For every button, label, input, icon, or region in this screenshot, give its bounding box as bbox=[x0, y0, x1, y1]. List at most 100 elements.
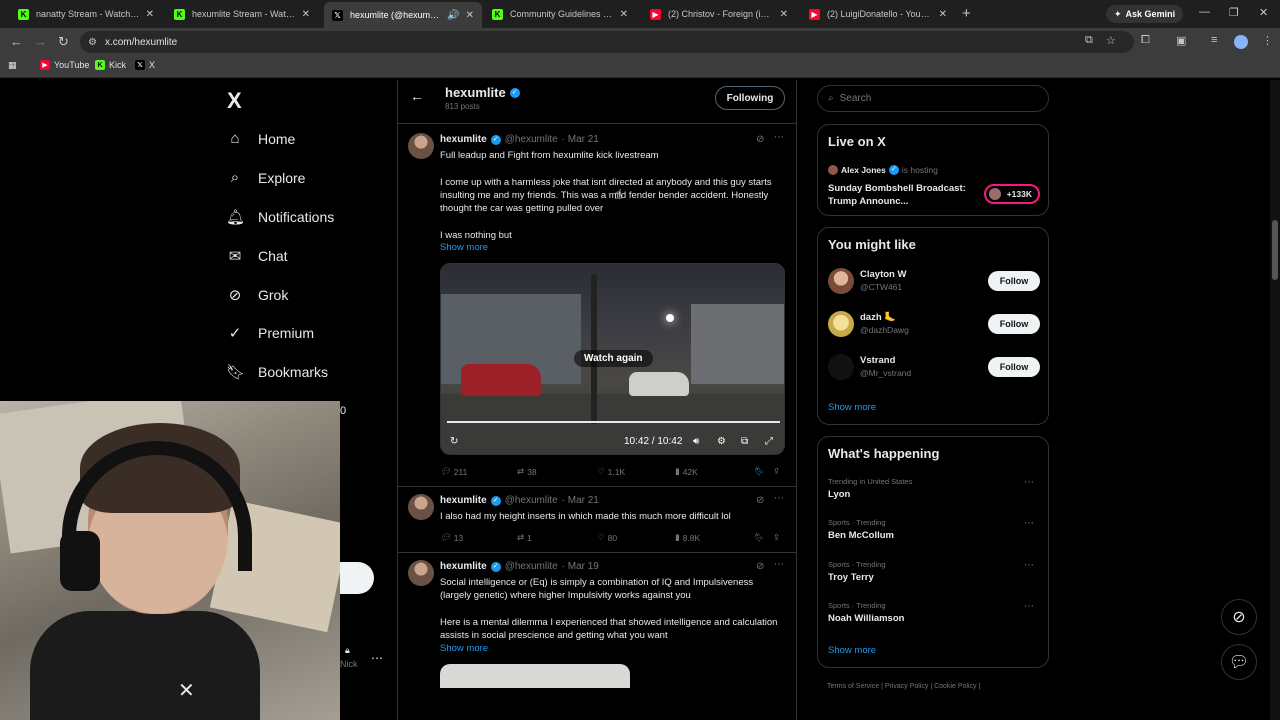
new-tab-icon[interactable]: + bbox=[962, 5, 971, 22]
show-more-link[interactable]: Show more bbox=[828, 645, 876, 656]
bookmark-kick[interactable]: K Kick bbox=[95, 60, 126, 70]
grok-fab-button[interactable]: ⊘ bbox=[1221, 599, 1257, 635]
browser-tab[interactable]: ▶ (2) Christov - Foreign (iamMAN ✕ bbox=[642, 3, 796, 25]
repost-button[interactable]: ⇄ 1 bbox=[517, 532, 532, 543]
more-icon[interactable]: ⋯ bbox=[774, 493, 784, 504]
video-player[interactable]: Watch again ↻ 10:42 / 10:42 🔊︎ ⚙ ⧉ ⤢ bbox=[440, 263, 785, 455]
trend-item[interactable]: Sports · Trending Noah Williamson ⋯ bbox=[828, 601, 1040, 631]
media-icon[interactable]: ≡ bbox=[1211, 34, 1217, 46]
sidebar-item-home[interactable]: ⌂ Home bbox=[226, 130, 295, 147]
follow-suggestion[interactable]: Vstrand @Mr_vstrand Follow bbox=[828, 354, 1040, 384]
reply-button[interactable]: 💬︎ 13 bbox=[440, 532, 463, 543]
tweet-author-name[interactable]: hexumlite bbox=[440, 561, 487, 572]
sidebar-item-grok[interactable]: ⊘ Grok bbox=[226, 286, 289, 304]
browser-tab[interactable]: K hexumlite Stream - Watch Live ✕ bbox=[166, 3, 318, 25]
more-icon[interactable]: ⋯ bbox=[1024, 560, 1034, 571]
extensions-icon[interactable]: ⧠ bbox=[1141, 34, 1150, 47]
sidebar-item-explore[interactable]: ⌕ Explore bbox=[226, 169, 306, 186]
follow-button[interactable]: Follow bbox=[988, 271, 1040, 291]
follow-button[interactable]: Follow bbox=[988, 314, 1040, 334]
more-icon[interactable]: ⋯ bbox=[1024, 601, 1034, 612]
grok-icon[interactable]: ⊘ bbox=[756, 495, 764, 506]
repost-button[interactable]: ⇄ 38 bbox=[517, 466, 537, 477]
x-logo[interactable]: X bbox=[227, 88, 242, 114]
reload-icon[interactable]: ↻ bbox=[58, 34, 69, 50]
more-icon[interactable]: ⋯ bbox=[371, 651, 383, 665]
sidebar-item-chat[interactable]: ✉ Chat bbox=[226, 247, 288, 265]
more-icon[interactable]: ⋯ bbox=[1024, 477, 1034, 488]
pip-icon[interactable]: ⧉ bbox=[741, 436, 748, 447]
tweet-handle[interactable]: @hexumlite bbox=[505, 495, 558, 506]
share-button[interactable]: ⇪ bbox=[773, 532, 780, 543]
close-icon[interactable]: ✕ bbox=[780, 9, 788, 20]
tweet-media[interactable] bbox=[440, 664, 630, 688]
grok-icon[interactable]: ⊘ bbox=[756, 561, 764, 572]
bookmark-button[interactable]: 🔖︎ bbox=[753, 532, 764, 543]
broadcast-title[interactable]: Sunday Bombshell Broadcast: Trump Announ… bbox=[828, 182, 973, 208]
tweet-date[interactable]: · Mar 19 bbox=[562, 561, 599, 572]
back-icon[interactable]: ← bbox=[10, 34, 23, 49]
avatar[interactable] bbox=[408, 133, 434, 159]
live-host[interactable]: Alex Jones ✓ is hosting bbox=[828, 165, 938, 175]
following-button[interactable]: Following bbox=[715, 86, 785, 110]
share-button[interactable]: ⇪ bbox=[773, 466, 780, 477]
tweet-handle[interactable]: @hexumlite bbox=[505, 134, 558, 145]
more-icon[interactable]: ⋯ bbox=[1024, 518, 1034, 529]
tweet-date[interactable]: · Mar 21 bbox=[562, 495, 599, 506]
search-input[interactable]: ⌕ Search bbox=[817, 85, 1049, 112]
like-button[interactable]: ♡ 80 bbox=[597, 532, 617, 543]
volume-icon[interactable]: 🔊︎ bbox=[693, 436, 699, 447]
tweet-author-name[interactable]: hexumlite bbox=[440, 495, 487, 506]
views-button[interactable]: ▮ 8.8K bbox=[675, 532, 700, 543]
trend-item[interactable]: Sports · Trending Ben McCollum ⋯ bbox=[828, 518, 1040, 548]
more-icon[interactable]: ⋯ bbox=[774, 132, 784, 143]
bookmark-button[interactable]: 🔖︎ bbox=[753, 466, 764, 477]
close-icon[interactable]: ✕ bbox=[939, 9, 947, 20]
maximize-icon[interactable]: ❐ bbox=[1229, 6, 1239, 19]
show-more-link[interactable]: Show more bbox=[440, 643, 488, 654]
follow-suggestion[interactable]: Clayton W @CTW461 Follow bbox=[828, 268, 1040, 298]
scrollbar[interactable] bbox=[1270, 80, 1280, 720]
tweet-author-name[interactable]: hexumlite bbox=[440, 134, 487, 145]
show-more-link[interactable]: Show more bbox=[440, 242, 488, 253]
watch-again-button[interactable]: Watch again bbox=[574, 350, 653, 367]
trend-item[interactable]: Sports · Trending Troy Terry ⋯ bbox=[828, 560, 1040, 590]
follow-suggestion[interactable]: dazh 🦶 @dazhDawg Follow bbox=[828, 311, 1040, 341]
browser-tab[interactable]: K nanatty Stream - Watch Live on ✕ bbox=[10, 3, 162, 25]
avatar[interactable] bbox=[408, 560, 434, 586]
bookmark-x[interactable]: 𝕏 X bbox=[135, 60, 155, 70]
tweet-handle[interactable]: @hexumlite bbox=[505, 561, 558, 572]
reply-button[interactable]: 💬︎ 211 bbox=[440, 466, 467, 477]
footer-links[interactable]: Terms of Service | Privacy Policy | Cook… bbox=[827, 683, 980, 690]
video-progress-bar[interactable] bbox=[447, 421, 780, 423]
close-icon[interactable]: ✕ bbox=[146, 9, 154, 20]
url-field[interactable]: ⚙ x.com/hexumlite bbox=[80, 31, 1134, 53]
menu-icon[interactable]: ⋮ bbox=[1262, 34, 1273, 47]
bookmark-youtube[interactable]: ▶ YouTube bbox=[40, 60, 89, 70]
install-icon[interactable]: ⧉ bbox=[1085, 34, 1093, 47]
show-more-link[interactable]: Show more bbox=[828, 402, 876, 413]
forward-icon[interactable]: → bbox=[34, 34, 47, 49]
minimize-icon[interactable]: — bbox=[1199, 6, 1210, 18]
follow-button[interactable]: Follow bbox=[988, 357, 1040, 377]
close-icon[interactable]: ✕ bbox=[620, 9, 628, 20]
apps-icon[interactable]: ▦ bbox=[8, 60, 17, 71]
fullscreen-icon[interactable]: ⤢ bbox=[765, 436, 773, 447]
views-button[interactable]: ▮ 42K bbox=[675, 466, 698, 477]
sidebar-item-bookmarks[interactable]: 🔖︎ Bookmarks bbox=[226, 363, 328, 381]
grok-icon[interactable]: ⊘ bbox=[756, 134, 764, 145]
post-button-partial[interactable] bbox=[340, 562, 374, 594]
settings-icon[interactable]: ⚙ bbox=[717, 436, 726, 447]
like-button[interactable]: ♡ 1.1K bbox=[597, 466, 625, 477]
browser-tab[interactable]: K Community Guidelines - Kick S ✕ bbox=[484, 3, 636, 25]
browser-tab[interactable]: ▶ (2) LuigiDonatello - YouTube ✕ bbox=[801, 3, 955, 25]
sidebar-item-premium[interactable]: ✓ Premium bbox=[226, 324, 314, 342]
sidebar-item-notifications[interactable]: 🔔︎ Notifications bbox=[226, 208, 334, 226]
scrollbar-thumb[interactable] bbox=[1272, 220, 1278, 280]
site-settings-icon[interactable]: ⚙ bbox=[88, 37, 97, 48]
replay-icon[interactable]: ↻ bbox=[450, 436, 458, 447]
browser-tab-active[interactable]: 𝕏 hexumlite (@hexumlite) / X 🔊 ✕ bbox=[324, 2, 482, 28]
close-window-icon[interactable]: ✕ bbox=[1259, 6, 1268, 19]
live-listeners-pill[interactable]: +133K bbox=[984, 184, 1040, 204]
avatar[interactable] bbox=[408, 494, 434, 520]
